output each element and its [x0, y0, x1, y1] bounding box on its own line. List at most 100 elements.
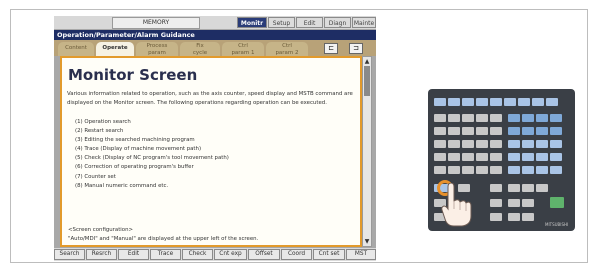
tab-label: Operate	[102, 45, 128, 51]
keypad-key[interactable]	[434, 153, 446, 161]
scroll-up-icon[interactable]: ▲	[364, 58, 370, 65]
keypad-key[interactable]	[476, 98, 488, 106]
tab-process-param[interactable]: Process param	[136, 42, 178, 56]
scroll-down-icon[interactable]: ▼	[364, 238, 370, 245]
softkey-edit[interactable]: Edit	[118, 249, 149, 260]
keypad-key[interactable]	[536, 140, 548, 148]
scroll-thumb[interactable]	[364, 66, 370, 96]
softkey-mst[interactable]: MST	[346, 249, 376, 260]
keypad-key[interactable]	[536, 127, 548, 135]
keypad-key[interactable]	[490, 153, 502, 161]
keypad-key[interactable]	[532, 98, 544, 106]
keypad-key[interactable]	[476, 166, 488, 174]
guidance-title-bar: Operation/Parameter/Alarm Guidance	[54, 30, 376, 40]
keypad-key[interactable]	[522, 184, 534, 192]
keypad-key[interactable]	[536, 184, 548, 192]
keypad-key[interactable]	[508, 199, 520, 207]
keypad-key[interactable]	[508, 140, 520, 148]
prev-page-button[interactable]: ⊏	[324, 43, 338, 54]
keypad-key[interactable]	[448, 98, 460, 106]
keypad-key[interactable]	[522, 153, 534, 161]
keypad-key[interactable]	[490, 213, 502, 221]
keypad-key[interactable]	[522, 140, 534, 148]
keypad-key[interactable]	[550, 127, 562, 135]
keypad-key[interactable]	[536, 114, 548, 122]
softkey-cnt-set[interactable]: Cnt set	[313, 249, 345, 260]
list-item: (8) Manual numeric command etc.	[75, 182, 169, 189]
softkey-check[interactable]: Check	[182, 249, 213, 260]
keypad-key[interactable]	[522, 199, 534, 207]
keypad-key[interactable]	[448, 166, 460, 174]
keypad-key[interactable]	[522, 127, 534, 135]
keypad-key[interactable]	[518, 98, 530, 106]
tab-diagn[interactable]: Diagn	[324, 17, 351, 28]
softkey-resrch[interactable]: Resrch	[86, 249, 117, 260]
softkey-offset[interactable]: Offset	[248, 249, 280, 260]
keypad-key[interactable]	[490, 127, 502, 135]
tab-content[interactable]: Content	[58, 42, 94, 56]
keypad-key[interactable]	[490, 98, 502, 106]
keypad-key[interactable]	[476, 114, 488, 122]
keypad-key[interactable]	[504, 98, 516, 106]
keypad-key[interactable]	[448, 114, 460, 122]
next-page-button[interactable]: ⊐	[349, 43, 363, 54]
keypad-key[interactable]	[434, 114, 446, 122]
tab-edit[interactable]: Edit	[296, 17, 323, 28]
keypad-key[interactable]	[434, 127, 446, 135]
keypad-key[interactable]	[508, 153, 520, 161]
keypad-key[interactable]	[476, 153, 488, 161]
keypad-key[interactable]	[462, 127, 474, 135]
vertical-scrollbar[interactable]: ▲ ▼	[362, 56, 372, 247]
tab-ctrl-param-2[interactable]: Ctrl param 2	[266, 42, 308, 56]
keypad-key[interactable]	[490, 140, 502, 148]
keypad-key[interactable]	[546, 98, 558, 106]
keypad-key[interactable]	[490, 199, 502, 207]
keypad-key[interactable]	[462, 114, 474, 122]
keypad-brand-logo: MITSUBISHI	[545, 222, 569, 227]
keypad-key[interactable]	[550, 140, 562, 148]
keypad-key[interactable]	[522, 166, 534, 174]
tab-fix-cycle[interactable]: Fix cycle	[180, 42, 220, 56]
keypad-key[interactable]	[448, 140, 460, 148]
keypad-key[interactable]	[434, 140, 446, 148]
keypad-key[interactable]	[508, 127, 520, 135]
keypad-key[interactable]	[476, 140, 488, 148]
keypad-key[interactable]	[462, 98, 474, 106]
keypad-key[interactable]	[476, 127, 488, 135]
input-key[interactable]	[550, 197, 564, 208]
keypad-key[interactable]	[550, 153, 562, 161]
keypad-key[interactable]	[490, 166, 502, 174]
keypad-key[interactable]	[434, 98, 446, 106]
keypad-key[interactable]	[536, 153, 548, 161]
keypad-key[interactable]	[522, 213, 534, 221]
keypad-key[interactable]	[550, 166, 562, 174]
keypad-key[interactable]	[462, 140, 474, 148]
tab-operate[interactable]: Operate	[96, 42, 134, 56]
softkey-cnt-exp[interactable]: Cnt exp	[214, 249, 247, 260]
keypad-key[interactable]	[462, 153, 474, 161]
keypad-key[interactable]	[448, 127, 460, 135]
keypad-key[interactable]	[448, 153, 460, 161]
keypad-key[interactable]	[434, 166, 446, 174]
keypad-key[interactable]	[508, 114, 520, 122]
keypad-key[interactable]	[490, 184, 502, 192]
keypad-key[interactable]	[462, 166, 474, 174]
keypad-key[interactable]	[522, 114, 534, 122]
softkey-trace[interactable]: Trace	[150, 249, 181, 260]
tab-mainte[interactable]: Mainte	[352, 17, 376, 28]
tab-monitr[interactable]: Monitr	[237, 17, 267, 28]
list-item: (4) Trace (Display of machine movement p…	[75, 146, 202, 153]
softkey-coord[interactable]: Coord	[281, 249, 312, 260]
keypad-key[interactable]	[508, 166, 520, 174]
screen-configuration: <Screen configuration> "Auto/MDI" and "M…	[68, 226, 258, 244]
tab-setup[interactable]: Setup	[268, 17, 295, 28]
keypad-key[interactable]	[490, 114, 502, 122]
list-item: (5) Check (Display of NC program's tool …	[75, 155, 229, 162]
keypad-key[interactable]	[508, 213, 520, 221]
guidance-content: Monitor Screen Various information relat…	[60, 56, 362, 247]
tab-ctrl-param-1[interactable]: Ctrl param 1	[222, 42, 264, 56]
keypad-key[interactable]	[550, 114, 562, 122]
keypad-key[interactable]	[536, 166, 548, 174]
keypad-key[interactable]	[508, 184, 520, 192]
softkey-search[interactable]: Search	[54, 249, 85, 260]
